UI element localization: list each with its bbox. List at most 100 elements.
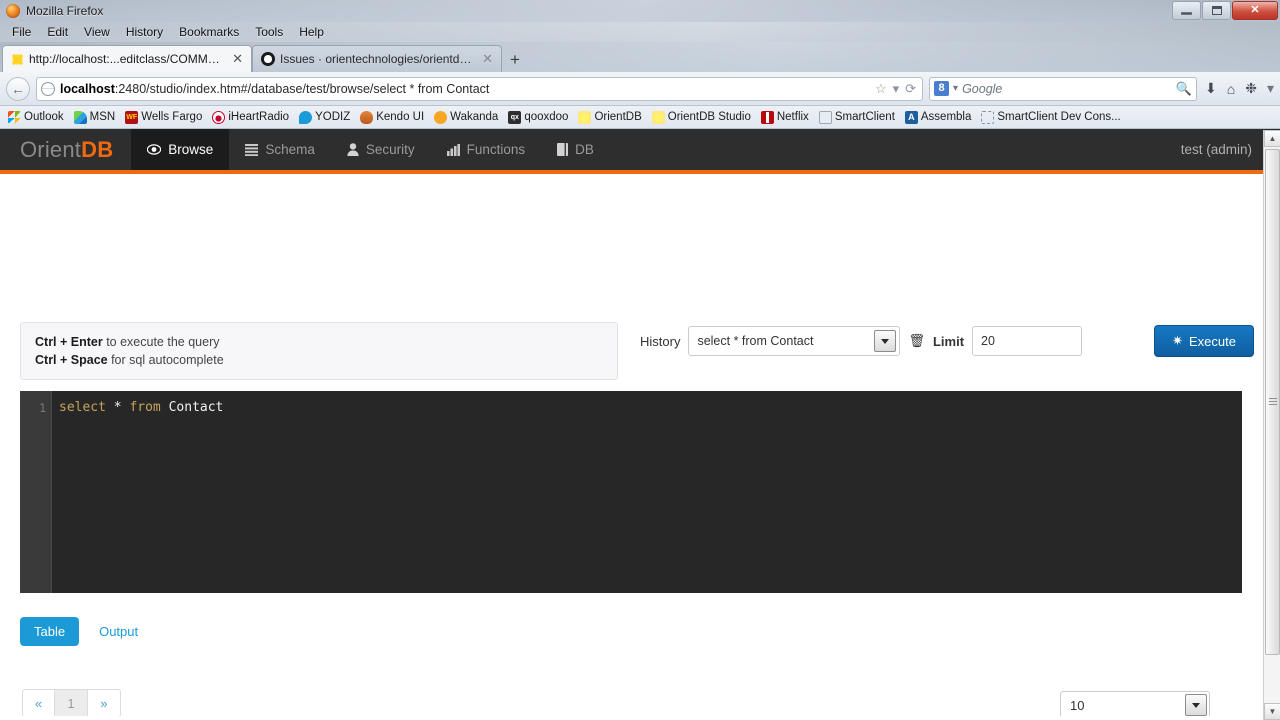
bookmark-iheartradio[interactable]: iHeartRadio [208,110,293,125]
bookmark-qooxdoo[interactable]: qx qooxdoo [504,110,572,125]
url-bar[interactable]: localhost:2480/studio/index.htm#/databas… [36,76,924,101]
menu-view[interactable]: View [76,23,118,41]
chevron-down-icon[interactable] [874,330,897,352]
menu-file[interactable]: File [4,23,39,41]
browser-tab-2[interactable]: Issues · orientechnologies/orientdb-s...… [252,45,502,72]
bookmark-smartclient[interactable]: SmartClient [815,110,899,125]
orientdb-icon [578,110,592,124]
limit-input[interactable]: 20 [972,326,1083,356]
editor-code[interactable]: select * from Contact [52,391,1242,593]
msn-icon [73,110,87,124]
reload-icon[interactable]: ⟳ [905,81,916,97]
nav-item-browse-label: Browse [168,142,214,157]
orientdb-logo[interactable]: Orient DB [0,129,131,170]
browser-tab-1-close-icon[interactable]: ✕ [232,51,243,67]
scroll-up-button[interactable]: ▲ [1264,130,1280,147]
tab-strip: http://localhost:...editclass/COMMENT ✕ … [0,42,1280,72]
user-icon [347,143,359,156]
pagination-page-1[interactable]: 1 [55,689,88,716]
close-button[interactable]: ✕ [1232,1,1278,20]
query-hint-box: Ctrl + Enter to execute the query Ctrl +… [20,322,618,380]
bookmark-orientdb-studio[interactable]: OrientDB Studio [648,110,755,125]
page-size-value: 10 [1070,697,1085,713]
minimize-icon [1181,12,1192,15]
pagination-next[interactable]: » [88,689,121,716]
menu-chevron-icon[interactable]: ▾ [1267,80,1274,97]
search-engine-chevron-icon[interactable]: ▾ [953,83,958,94]
tab-output[interactable]: Output [85,617,152,646]
history-select[interactable]: select * from Contact [688,326,901,356]
search-input[interactable]: Google [962,82,1172,96]
nav-item-security[interactable]: Security [331,129,431,170]
bookmark-netflix[interactable]: Netflix [757,110,813,125]
menu-bar: File Edit View History Bookmarks Tools H… [0,22,1280,42]
bookmark-netflix-label: Netflix [776,111,809,123]
menu-bookmarks[interactable]: Bookmarks [171,23,247,41]
search-icon[interactable]: 🔍 [1176,81,1192,97]
bookmark-outlook[interactable]: Outlook [4,110,68,125]
execute-button[interactable]: ✷ Execute [1154,325,1254,357]
scrollbar-thumb[interactable] [1265,149,1280,655]
nav-item-functions[interactable]: Functions [431,129,542,170]
nav-item-schema-label: Schema [265,142,315,157]
chevron-down-icon[interactable] [1185,694,1207,716]
editor-token-select: select [59,400,106,415]
extension-icon[interactable]: ❉ [1245,80,1257,97]
trash-icon[interactable]: 🗑 [908,333,925,349]
new-tab-button[interactable]: + [502,48,528,72]
bookmark-smartclient-dev[interactable]: SmartClient Dev Cons... [977,110,1124,125]
orientdb-studio-page: Orient DB Browse Schema Security Function… [0,129,1280,716]
user-label[interactable]: test (admin) [1181,129,1252,170]
wells-fargo-icon: WF [125,110,139,124]
browser-tab-1-label: http://localhost:...editclass/COMMENT [29,52,224,66]
browser-tab-2-close-icon[interactable]: ✕ [482,51,493,67]
bookmark-assembla[interactable]: A Assembla [901,110,976,125]
bookmark-msn[interactable]: MSN [70,110,120,125]
search-bar[interactable]: 8 ▾ Google 🔍 [929,76,1198,101]
nav-item-db[interactable]: DB [541,129,610,170]
browser-tab-1[interactable]: http://localhost:...editclass/COMMENT ✕ [2,45,252,72]
window-controls: ✕ [1172,1,1278,20]
globe-icon [41,81,55,96]
bookmark-orientdb[interactable]: OrientDB [574,110,645,125]
url-path: :2480/studio/index.htm#/database/test/br… [114,81,490,96]
page-size-select[interactable]: 10 [1060,691,1210,716]
nav-item-schema[interactable]: Schema [229,129,331,170]
hint-line-2-key: Ctrl + Space [35,353,108,367]
menu-edit[interactable]: Edit [39,23,76,41]
bookmark-star-icon[interactable]: ☆ [875,81,887,97]
sql-editor[interactable]: 1 select * from Contact [20,391,1242,593]
back-button[interactable]: ← [6,76,30,101]
navigation-toolbar: ← localhost:2480/studio/index.htm#/datab… [0,72,1280,106]
bookmark-yodiz-label: YODIZ [315,111,351,123]
home-icon[interactable]: ⌂ [1227,81,1235,97]
bookmark-yodiz[interactable]: YODIZ [295,110,354,125]
maximize-button[interactable] [1202,1,1231,20]
smartclient-dev-icon [981,110,995,124]
browser-tab-2-label: Issues · orientechnologies/orientdb-s... [280,52,474,66]
bookmark-kendo-ui-label: Kendo UI [376,111,425,123]
nav-item-security-label: Security [365,142,415,157]
menu-history[interactable]: History [118,23,171,41]
bookmark-wakanda[interactable]: Wakanda [430,110,502,125]
nav-item-browse[interactable]: Browse [131,129,230,170]
menu-tools[interactable]: Tools [247,23,291,41]
chevron-down-icon[interactable]: ▾ [893,81,900,97]
bookmark-wells-fargo[interactable]: WF Wells Fargo [121,110,206,125]
page-scrollbar[interactable]: ▲ ▼ [1263,130,1280,720]
gear-icon: ✷ [1172,333,1183,348]
scroll-down-button[interactable]: ▼ [1264,703,1280,720]
minimize-button[interactable] [1172,1,1201,20]
browser-chrome: Mozilla Firefox ✕ File Edit View History… [0,0,1280,129]
downloads-icon[interactable]: ⬇ [1205,80,1217,97]
window-title: Mozilla Firefox [26,4,104,18]
pagination-prev[interactable]: « [22,689,55,716]
sun-icon [11,52,24,66]
bookmark-wakanda-label: Wakanda [450,111,499,123]
bookmark-qooxdoo-label: qooxdoo [524,111,569,123]
tab-table[interactable]: Table [20,617,80,646]
bookmark-kendo-ui[interactable]: Kendo UI [356,110,428,125]
menu-help[interactable]: Help [291,23,332,41]
hint-line-1-text: to execute the query [102,335,220,349]
netflix-icon [760,110,774,124]
